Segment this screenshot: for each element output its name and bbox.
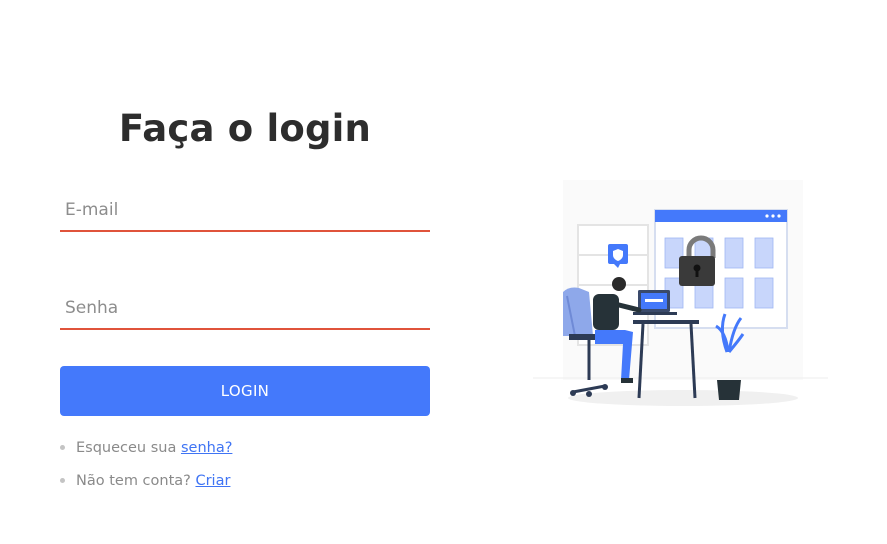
signup-text: Não tem conta?: [76, 473, 191, 489]
forgot-password-link[interactable]: senha?: [181, 440, 232, 456]
email-input[interactable]: [60, 196, 430, 232]
help-links: Esqueceu sua senha? Não tem conta? Criar: [60, 438, 232, 504]
floor-shadow: [568, 390, 798, 406]
signup-item: Não tem conta? Criar: [60, 471, 232, 504]
forgot-password-item: Esqueceu sua senha?: [60, 438, 232, 471]
login-page: Faça o login LOGIN Esqueceu sua senha? N…: [0, 0, 887, 544]
browser-window: [654, 209, 788, 329]
login-form: Faça o login LOGIN Esqueceu sua senha? N…: [60, 100, 430, 489]
login-button[interactable]: LOGIN: [60, 366, 430, 416]
security-illustration: [533, 180, 828, 406]
password-input[interactable]: [60, 294, 430, 330]
forgot-password-text: Esqueceu sua: [76, 440, 177, 456]
page-title: Faça o login: [118, 107, 372, 150]
signup-link[interactable]: Criar: [195, 473, 230, 489]
